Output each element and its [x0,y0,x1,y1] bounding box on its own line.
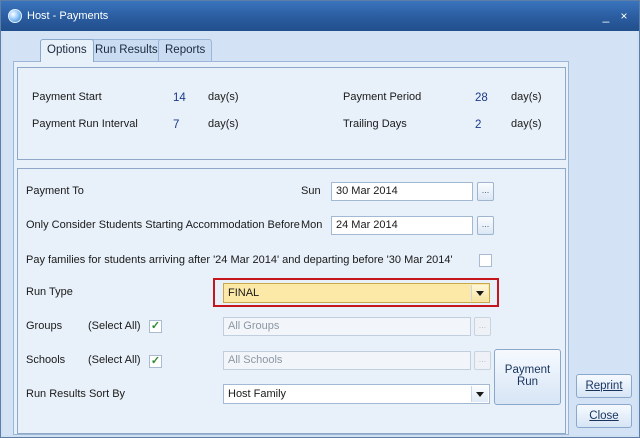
payment-to-date-field[interactable]: 30 Mar 2014 [331,182,473,201]
payment-period-label: Payment Period [343,91,422,103]
groups-select-all-checkbox[interactable]: ✓ [149,320,162,333]
run-type-dropdown[interactable]: FINAL [223,283,490,303]
sort-by-dropdown[interactable]: Host Family [223,384,490,404]
payment-start-unit: day(s) [208,91,239,103]
payments-window: Host - Payments _ × Options Run Results … [0,0,640,438]
run-type-value: FINAL [228,287,260,299]
run-type-label: Run Type [26,286,73,298]
schools-select-all-label: (Select All) [88,354,141,366]
schools-label: Schools [26,354,66,366]
sort-by-value: Host Family [228,388,287,400]
app-icon [8,9,22,23]
payment-to-picker-button[interactable]: ... [477,182,494,201]
trailing-days-value: 2 [475,119,482,131]
schools-picker-button: ... [474,351,491,370]
payment-run-interval-unit: day(s) [208,118,239,130]
tab-options[interactable]: Options [40,39,94,62]
groups-field: All Groups [223,317,471,336]
client-area: Options Run Results Reports Payment Star… [3,31,637,435]
only-consider-date-field[interactable]: 24 Mar 2014 [331,216,473,235]
pay-families-checkbox[interactable] [479,254,492,267]
trailing-days-unit: day(s) [511,118,542,130]
payment-start-label: Payment Start [32,91,102,103]
payment-run-interval-value: 7 [173,119,180,131]
settings-group: Payment Start 14 day(s) Payment Run Inte… [17,67,566,160]
only-consider-picker-button[interactable]: ... [477,216,494,235]
minimize-button[interactable]: _ [599,9,613,23]
options-page: Payment Start 14 day(s) Payment Run Inte… [13,61,569,435]
chevron-down-icon[interactable] [471,386,488,402]
payment-run-button[interactable]: Payment Run [494,349,561,405]
only-consider-day: Mon [301,219,323,231]
chevron-down-icon[interactable] [471,285,488,301]
reprint-button[interactable]: Reprint [576,374,632,398]
only-consider-label: Only Consider Students Starting Accommod… [26,219,300,231]
close-window-button[interactable]: × [617,9,631,23]
groups-picker-button: ... [474,317,491,336]
payment-start-value: 14 [173,92,186,104]
payment-run-interval-label: Payment Run Interval [32,118,138,130]
payment-period-unit: day(s) [511,91,542,103]
close-button[interactable]: Close [576,404,632,428]
trailing-days-label: Trailing Days [343,118,407,130]
window-title: Host - Payments [27,10,109,22]
title-bar[interactable]: Host - Payments _ × [1,1,639,31]
close-button-label: Close [589,410,619,422]
sort-by-label: Run Results Sort By [26,388,126,400]
groups-label: Groups [26,320,63,332]
pay-families-label: Pay families for students arriving after… [26,254,453,266]
tab-run-results[interactable]: Run Results [88,39,165,61]
schools-select-all-checkbox[interactable]: ✓ [149,355,162,368]
tab-reports[interactable]: Reports [158,39,213,61]
payment-period-value: 28 [475,92,488,104]
reprint-button-label: Reprint [585,380,623,392]
groups-select-all-label: (Select All) [88,320,141,332]
payment-options-group: Payment To Sun 30 Mar 2014 ... Only Cons… [17,168,566,434]
schools-field: All Schools [223,351,471,370]
payment-to-day: Sun [301,185,321,197]
payment-to-label: Payment To [26,185,84,197]
